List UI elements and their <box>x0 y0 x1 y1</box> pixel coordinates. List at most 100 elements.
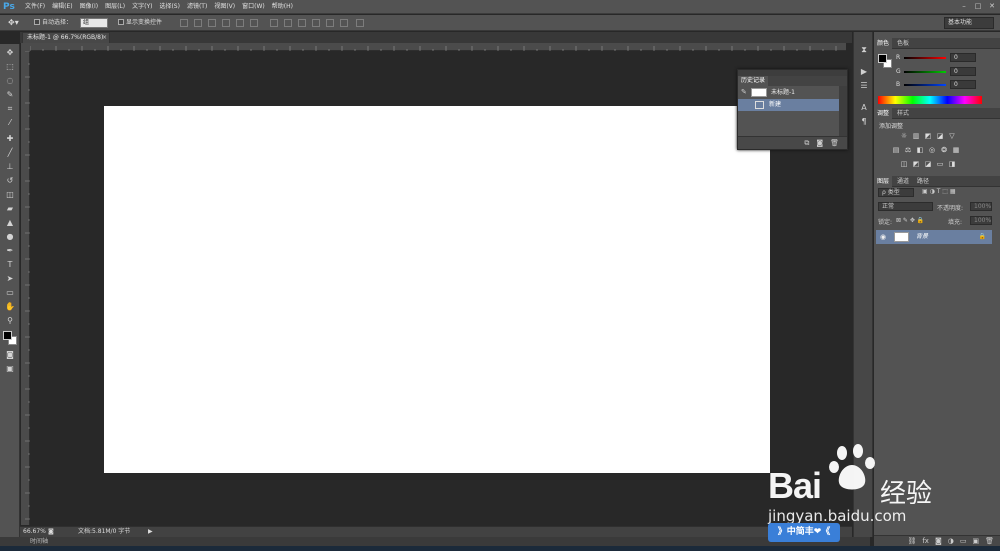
healing-brush-tool-icon[interactable]: ✚ <box>4 133 16 144</box>
snapshot-camera-icon[interactable]: ◙ <box>816 137 823 149</box>
menu-help[interactable]: 帮助(H) <box>269 0 296 14</box>
menu-filter[interactable]: 滤镜(T) <box>184 0 210 14</box>
eraser-tool-icon[interactable]: ◫ <box>4 189 16 200</box>
menu-edit[interactable]: 编辑(E) <box>49 0 75 14</box>
vertical-ruler[interactable] <box>21 51 30 525</box>
move-tool-icon[interactable]: ✥ <box>4 47 16 58</box>
color-foreground-swatch[interactable] <box>878 54 887 63</box>
gradient-map-icon[interactable]: ▭ <box>936 160 944 168</box>
vibrance-icon[interactable]: ▽ <box>948 132 956 140</box>
layer-visibility-eye-icon[interactable]: ◉ <box>880 230 886 244</box>
tab-adjustments[interactable]: 调整 <box>874 108 893 119</box>
marquee-tool-icon[interactable]: ⬚ <box>4 61 16 72</box>
new-document-from-state-icon[interactable]: ⧉ <box>804 137 809 149</box>
properties-panel-icon[interactable]: ☰ <box>858 80 870 91</box>
status-info-icon[interactable]: ◙ <box>48 527 54 537</box>
zoom-level[interactable]: 66.67% <box>23 527 46 537</box>
align-vcenter-icon[interactable] <box>194 19 202 27</box>
maximize-button[interactable]: □ <box>974 1 982 11</box>
hue-saturation-icon[interactable]: ▤ <box>892 146 900 154</box>
levels-icon[interactable]: ▥ <box>912 132 920 140</box>
pen-tool-icon[interactable]: ✒ <box>4 245 16 256</box>
move-tool-icon[interactable]: ✥▾ <box>8 17 19 29</box>
actions-panel-icon[interactable]: ▶ <box>858 66 870 77</box>
timeline-bar[interactable]: 时间轴 <box>0 537 870 546</box>
selective-color-icon[interactable]: ◨ <box>948 160 956 168</box>
tab-swatches[interactable]: 色板 <box>894 38 912 49</box>
distribute-hcenter-icon[interactable] <box>326 19 334 27</box>
menu-layer[interactable]: 图层(L) <box>102 0 128 14</box>
distribute-right-icon[interactable] <box>340 19 348 27</box>
lock-icons[interactable]: ⊠ ✎ ✥ 🔒 <box>896 217 924 224</box>
eyedropper-tool-icon[interactable]: ⁄ <box>4 117 16 128</box>
workspace-dropdown[interactable]: 基本功能 <box>944 17 994 29</box>
slider-b-track[interactable] <box>904 84 946 86</box>
menu-select[interactable]: 选择(S) <box>156 0 183 14</box>
show-transform-checkbox[interactable]: 显示变换控件 <box>118 17 162 29</box>
distribute-bottom-icon[interactable] <box>298 19 306 27</box>
document-close-icon[interactable]: × <box>102 33 107 43</box>
horizontal-ruler[interactable] <box>30 43 846 51</box>
new-group-icon[interactable]: ▭ <box>960 536 967 546</box>
menu-image[interactable]: 图像(I) <box>77 0 101 14</box>
ruler-origin[interactable] <box>21 43 30 51</box>
foreground-color-swatch[interactable] <box>3 331 12 340</box>
brightness-icon[interactable]: ☼ <box>900 132 908 140</box>
layer-name[interactable]: 背景 <box>916 230 928 244</box>
blend-mode-dropdown[interactable]: 正常 <box>878 202 933 211</box>
paragraph-panel-icon[interactable]: ¶ <box>858 116 870 127</box>
delete-state-icon[interactable]: 🗑 <box>830 137 839 149</box>
color-balance-icon[interactable]: ⚖ <box>904 146 912 154</box>
history-scrollbar[interactable] <box>839 86 847 136</box>
color-lookup-icon[interactable]: ▦ <box>952 146 960 154</box>
tab-color[interactable]: 颜色 <box>874 38 893 49</box>
photo-filter-icon[interactable]: ◎ <box>928 146 936 154</box>
menu-window[interactable]: 窗口(W) <box>239 0 268 14</box>
tab-history[interactable]: 历史记录 <box>738 76 769 86</box>
character-panel-icon[interactable]: A <box>858 102 870 113</box>
close-button[interactable]: ✕ <box>988 1 996 11</box>
align-bottom-icon[interactable] <box>208 19 216 27</box>
layer-filter-kind[interactable]: ρ 类型 <box>878 188 914 197</box>
auto-select-dropdown[interactable]: 组 <box>80 18 108 28</box>
quick-select-tool-icon[interactable]: ✎ <box>4 89 16 100</box>
align-top-icon[interactable] <box>180 19 188 27</box>
threshold-icon[interactable]: ◪ <box>924 160 932 168</box>
delete-layer-icon[interactable]: 🗑 <box>985 536 994 546</box>
distribute-top-icon[interactable] <box>270 19 278 27</box>
black-white-icon[interactable]: ◧ <box>916 146 924 154</box>
tab-layers[interactable]: 图层 <box>874 176 893 187</box>
layer-row[interactable]: ◉ 背景 🔒 <box>876 230 992 244</box>
exposure-icon[interactable]: ◪ <box>936 132 944 140</box>
tab-channels[interactable]: 通道 <box>894 176 912 187</box>
history-brush-source-icon[interactable]: ✎ <box>741 86 747 99</box>
lasso-tool-icon[interactable]: ◌ <box>4 75 16 86</box>
status-menu-arrow-icon[interactable]: ▶ <box>148 527 153 537</box>
document-tab[interactable]: 未标题-1 @ 66.7%(RGB/8) × <box>22 32 110 43</box>
menu-type[interactable]: 文字(Y) <box>129 0 155 14</box>
rectangle-tool-icon[interactable]: ▭ <box>4 287 16 298</box>
channel-mixer-icon[interactable]: ❂ <box>940 146 948 154</box>
link-layers-icon[interactable]: ⛓ <box>907 536 916 546</box>
brush-tool-icon[interactable]: ╱ <box>4 147 16 158</box>
fill-field[interactable]: 100% <box>970 216 992 225</box>
align-hcenter-icon[interactable] <box>236 19 244 27</box>
tab-styles[interactable]: 样式 <box>894 108 912 119</box>
type-tool-icon[interactable]: T <box>4 259 16 270</box>
slider-g-track[interactable] <box>904 71 946 73</box>
align-left-icon[interactable] <box>222 19 230 27</box>
slider-b-value[interactable]: 0 <box>950 80 976 89</box>
align-right-icon[interactable] <box>250 19 258 27</box>
history-snapshot-row[interactable]: ✎ 未标题-1 <box>738 86 839 99</box>
document-canvas[interactable] <box>104 106 770 473</box>
posterize-icon[interactable]: ◩ <box>912 160 920 168</box>
slider-r-value[interactable]: 0 <box>950 53 976 62</box>
minimize-button[interactable]: – <box>960 1 968 11</box>
new-layer-icon[interactable]: ▣ <box>972 536 979 546</box>
clone-stamp-tool-icon[interactable]: ⊥ <box>4 161 16 172</box>
auto-align-icon[interactable] <box>356 19 364 27</box>
gradient-tool-icon[interactable]: ▰ <box>4 203 16 214</box>
tab-paths[interactable]: 路径 <box>914 176 932 187</box>
dodge-tool-icon[interactable]: ● <box>4 231 16 242</box>
screen-mode-icon[interactable]: ▣ <box>4 363 16 374</box>
